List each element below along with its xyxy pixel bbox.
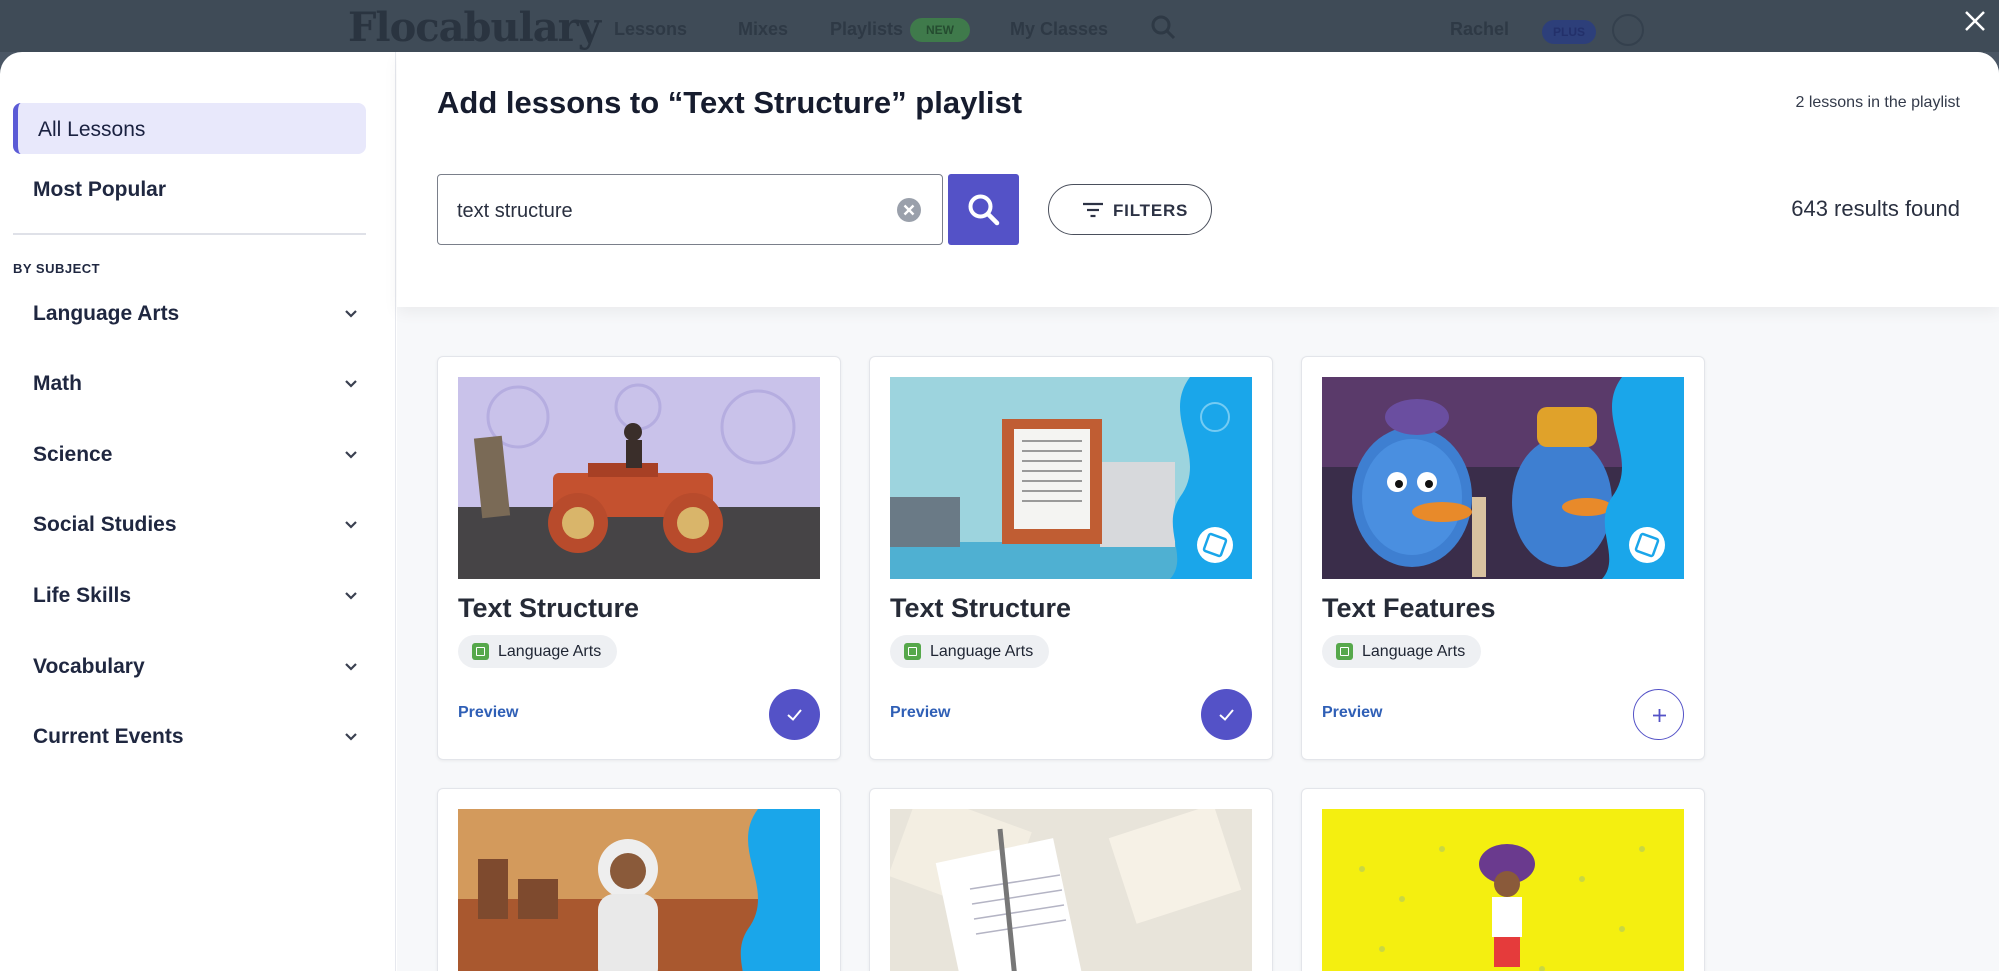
subject-label: Social Studies	[33, 513, 177, 536]
subject-label: Life Skills	[33, 584, 132, 607]
subject-tag-label: Language Arts	[1362, 643, 1466, 660]
lesson-image	[458, 809, 820, 971]
book-icon	[472, 643, 489, 660]
added-to-playlist-button[interactable]	[1201, 689, 1252, 740]
lesson-card	[1301, 788, 1705, 971]
subject-vocabulary[interactable]: Vocabulary	[13, 647, 366, 687]
preview-link[interactable]: Preview	[890, 704, 950, 722]
lesson-image	[1322, 377, 1684, 579]
plus-badge: PLUS	[1542, 20, 1596, 44]
lesson-thumbnail[interactable]	[458, 377, 820, 579]
subject-tag-label: Language Arts	[930, 643, 1034, 660]
lesson-thumbnail[interactable]	[890, 809, 1252, 971]
nav-lessons: Lessons	[614, 19, 688, 39]
lesson-card: Text Structure Language Arts Preview	[437, 356, 841, 760]
lesson-title[interactable]: Text Structure	[458, 593, 639, 624]
nav-my-classes: My Classes	[1010, 19, 1109, 39]
lesson-image	[890, 809, 1252, 971]
subject-language-arts[interactable]: Language Arts	[13, 294, 366, 334]
new-badge: NEW	[910, 18, 970, 42]
lesson-card: Text Features Language Arts Preview	[1301, 356, 1705, 760]
chevron-down-icon	[345, 592, 357, 600]
nav-mixes: Mixes	[738, 19, 789, 39]
add-to-playlist-button[interactable]	[1633, 689, 1684, 740]
chevron-down-icon	[345, 663, 357, 671]
filters-button[interactable]: FILTERS	[1048, 184, 1212, 235]
flocabulary-logo: Flocabulary	[348, 4, 601, 51]
sidebar: All Lessons Most Popular BY SUBJECT Lang…	[0, 52, 396, 971]
by-subject-heading: BY SUBJECT	[13, 261, 101, 276]
page-title: Add lessons to “Text Structure” playlist	[437, 85, 1023, 120]
chevron-down-icon	[345, 451, 357, 459]
background-navbar: Flocabulary Lessons Mixes Playlists NEW …	[0, 0, 1999, 52]
checkmark-icon	[787, 709, 802, 721]
search-header: Add lessons to “Text Structure” playlist…	[397, 52, 1999, 307]
subject-tag: Language Arts	[458, 635, 618, 668]
results-count: 643 results found	[1791, 196, 1960, 221]
search-icon	[968, 194, 1000, 226]
added-to-playlist-button[interactable]	[769, 689, 820, 740]
search-input[interactable]	[457, 197, 877, 225]
nav-search-icon	[1151, 15, 1176, 40]
nav-playlists: Playlists	[830, 19, 904, 39]
chevron-down-icon	[345, 521, 357, 529]
lesson-card: Text Structure Language Arts Preview	[869, 356, 1273, 760]
checkmark-icon	[1219, 709, 1234, 721]
subject-label: Language Arts	[33, 302, 180, 325]
search-button[interactable]	[948, 174, 1019, 245]
filter-icon	[1083, 202, 1103, 218]
lesson-title[interactable]: Text Features	[1322, 593, 1496, 624]
book-icon	[1336, 643, 1353, 660]
lesson-image	[458, 377, 820, 579]
lesson-thumbnail[interactable]	[458, 809, 820, 971]
subject-current-events[interactable]: Current Events	[13, 717, 366, 757]
sidebar-divider	[13, 233, 366, 235]
lesson-thumbnail[interactable]	[1322, 809, 1684, 971]
nav-user-name: Rachel	[1450, 19, 1510, 39]
search-box	[437, 174, 943, 245]
subject-life-skills[interactable]: Life Skills	[13, 576, 366, 616]
playlist-count: 2 lessons in the playlist	[1795, 94, 1960, 111]
lesson-title[interactable]: Text Structure	[890, 593, 1071, 624]
sidebar-item-all-lessons[interactable]: All Lessons	[13, 103, 366, 154]
chevron-down-icon	[345, 380, 357, 388]
chevron-down-icon	[345, 310, 357, 318]
plus-icon	[1653, 709, 1666, 722]
subject-label: Math	[33, 372, 82, 395]
lesson-thumbnail[interactable]	[1322, 377, 1684, 579]
close-icon[interactable]	[1960, 6, 1990, 36]
lesson-thumbnail[interactable]	[890, 377, 1252, 579]
clear-search-icon[interactable]	[895, 196, 923, 224]
chevron-down-icon	[345, 733, 357, 741]
subject-math[interactable]: Math	[13, 364, 366, 404]
subject-tag-label: Language Arts	[498, 643, 602, 660]
subject-social-studies[interactable]: Social Studies	[13, 505, 366, 545]
preview-link[interactable]: Preview	[458, 704, 518, 722]
sidebar-item-label: All Lessons	[38, 118, 146, 141]
subject-tag: Language Arts	[890, 635, 1050, 668]
sidebar-item-most-popular[interactable]: Most Popular	[33, 178, 166, 202]
subject-label: Science	[33, 443, 113, 466]
filters-label: FILTERS	[1113, 201, 1189, 220]
subject-label: Vocabulary	[33, 655, 145, 678]
book-icon	[904, 643, 921, 660]
subject-tag: Language Arts	[1322, 635, 1482, 668]
lesson-image	[890, 377, 1252, 579]
avatar	[1612, 14, 1644, 46]
add-lessons-modal: All Lessons Most Popular BY SUBJECT Lang…	[0, 52, 1999, 971]
lesson-card	[437, 788, 841, 971]
subject-label: Current Events	[33, 725, 184, 748]
subject-science[interactable]: Science	[13, 435, 366, 475]
lesson-card	[869, 788, 1273, 971]
preview-link[interactable]: Preview	[1322, 704, 1382, 722]
lesson-image	[1322, 809, 1684, 971]
main-panel: Add lessons to “Text Structure” playlist…	[397, 52, 1999, 971]
